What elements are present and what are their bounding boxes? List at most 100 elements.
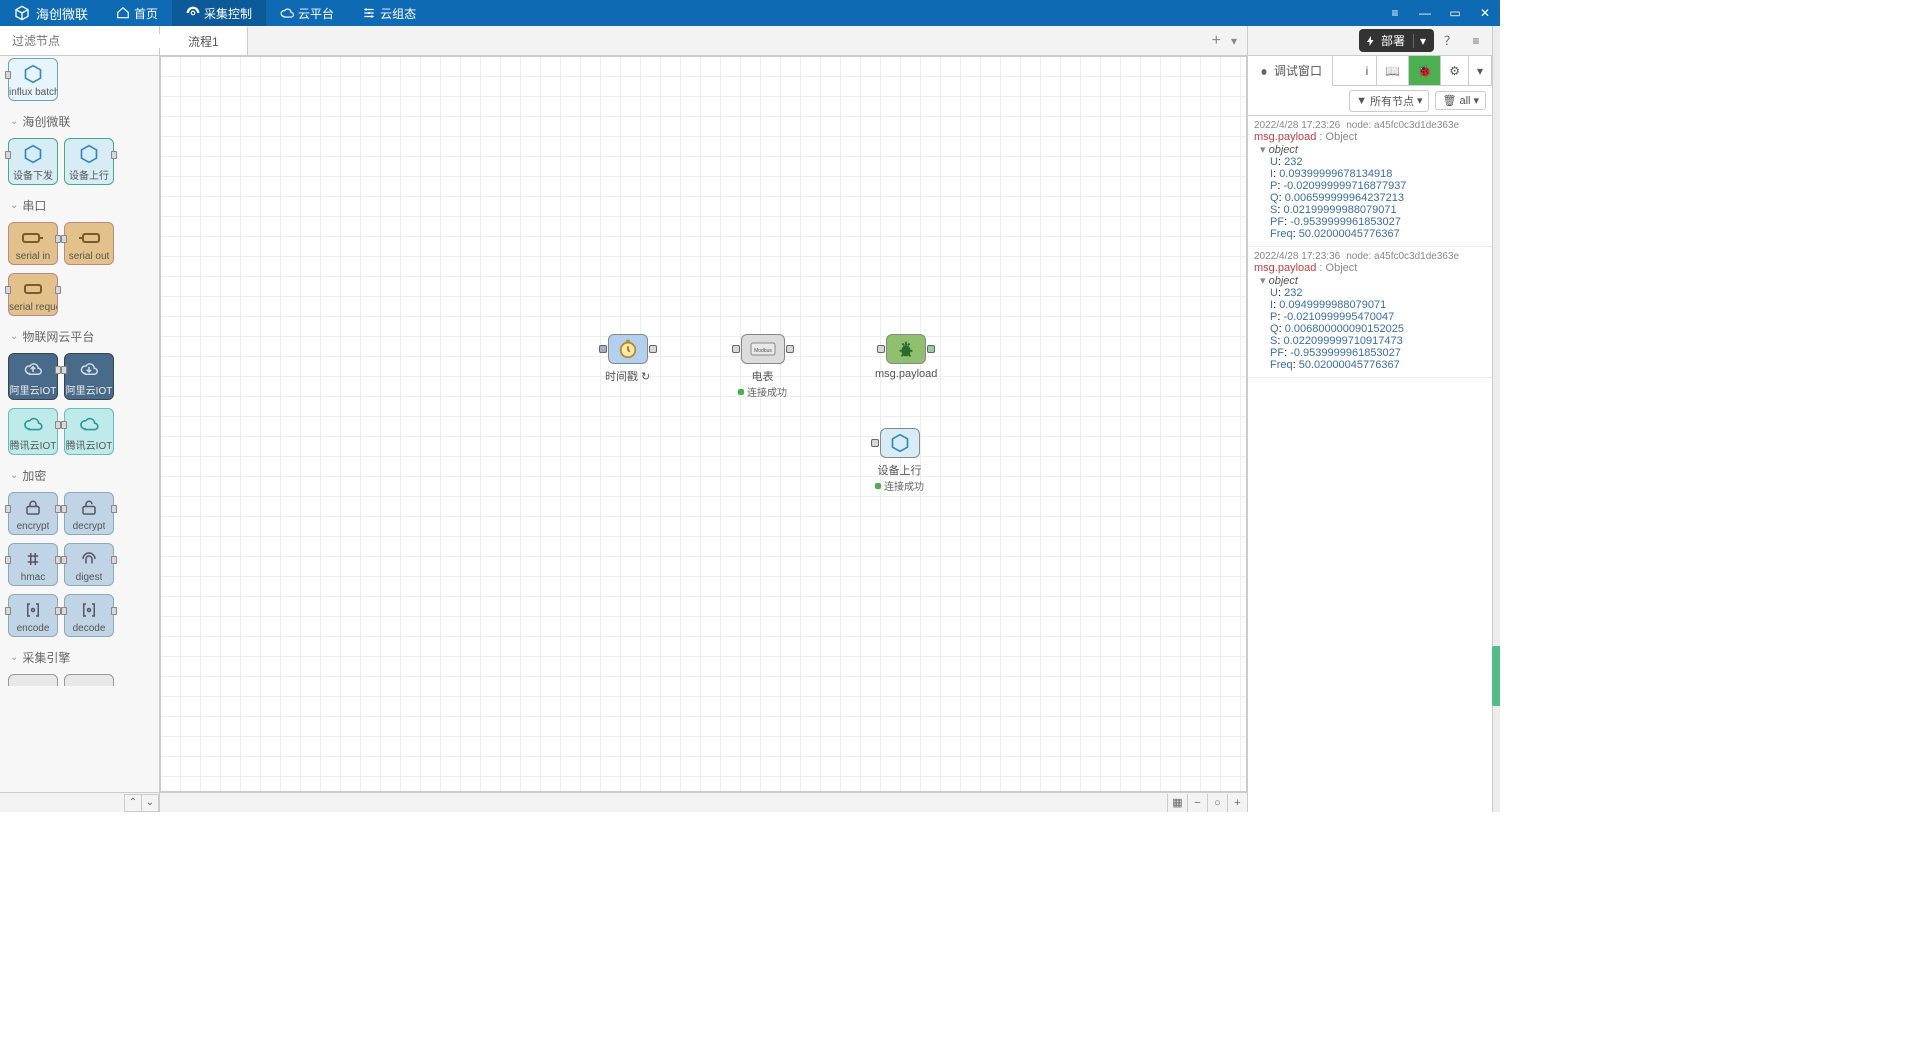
- nav-collect[interactable]: 采集控制: [172, 0, 266, 26]
- deploy-button[interactable]: 部署 ▾: [1359, 29, 1434, 52]
- tile-serial-out[interactable]: serial out: [64, 222, 114, 265]
- node-timer[interactable]: 时间戳 ↻: [605, 334, 650, 384]
- tab-context[interactable]: 📖: [1377, 56, 1409, 85]
- node-palette: influx batch 海创微联 设备下发 设备上行 串口 serial in…: [0, 26, 160, 812]
- home-icon: [116, 6, 130, 20]
- bug-icon: [895, 338, 917, 360]
- tab-debug-icon[interactable]: 🐞: [1409, 56, 1441, 85]
- lock-icon: [22, 499, 44, 517]
- tile-serial-request[interactable]: serial reque: [8, 273, 58, 316]
- nav-scada-label: 云组态: [380, 5, 416, 22]
- app-title: 海创微联: [36, 4, 88, 23]
- debug-messages[interactable]: 2022/4/28 17:23:26node: a45fc0c3d1de363e…: [1248, 116, 1492, 812]
- debug-message[interactable]: 2022/4/28 17:23:36node: a45fc0c3d1de363e…: [1248, 247, 1492, 378]
- filter-nodes[interactable]: ▼ 所有节点 ▾: [1349, 90, 1429, 112]
- nav-home[interactable]: 首页: [102, 0, 172, 26]
- tile-device-down[interactable]: 设备下发: [8, 138, 58, 185]
- cloud-icon: [78, 416, 100, 432]
- node-uplink[interactable]: 设备上行 连接成功: [875, 428, 924, 493]
- tile-aliyun-1[interactable]: 阿里云IOT: [8, 353, 58, 400]
- tile-digest[interactable]: digest: [64, 543, 114, 586]
- zoom-reset[interactable]: ○: [1207, 794, 1227, 812]
- nav-scada[interactable]: 云组态: [348, 0, 430, 26]
- tabs-menu-button[interactable]: ▾: [1231, 34, 1237, 48]
- cat-serial[interactable]: 串口: [0, 191, 159, 220]
- fingerprint-icon: [78, 550, 100, 568]
- tile-decode[interactable]: decode: [64, 594, 114, 637]
- edge-handle[interactable]: [1492, 646, 1500, 706]
- collect-icon: [186, 6, 200, 20]
- nav-cloud[interactable]: 云平台: [266, 0, 348, 26]
- app-logo: 海创微联: [0, 4, 102, 23]
- tab-info[interactable]: i: [1358, 56, 1378, 85]
- workspace-footer: ▦ − ○ +: [160, 792, 1247, 812]
- bug-small-icon: [1258, 65, 1270, 77]
- palette-collapse-down[interactable]: ⌄: [141, 794, 159, 812]
- tile-serial-in[interactable]: serial in: [8, 222, 58, 265]
- node-meter[interactable]: Modbus 电表 连接成功: [738, 334, 787, 399]
- palette-search-input[interactable]: [12, 34, 167, 48]
- cloud-icon: [22, 416, 44, 432]
- node-meter-status: 连接成功: [747, 384, 787, 399]
- tile-tencent-2[interactable]: 腾讯云IOT: [64, 408, 114, 455]
- debug-message[interactable]: 2022/4/28 17:23:26node: a45fc0c3d1de363e…: [1248, 116, 1492, 247]
- cat-iot-cloud[interactable]: 物联网云平台: [0, 322, 159, 351]
- cube-icon: [21, 64, 45, 84]
- flow-wires: [160, 56, 460, 206]
- sidebar-tabs: 调试窗口 i 📖 🐞 ⚙ ▾: [1248, 56, 1492, 86]
- serial-icon: [21, 281, 45, 297]
- cat-engine[interactable]: 采集引擎: [0, 643, 159, 672]
- unlock-icon: [78, 499, 100, 517]
- maximize-button[interactable]: ▭: [1440, 0, 1470, 26]
- menu-button[interactable]: ≡: [1466, 31, 1486, 51]
- flow-canvas[interactable]: 时间戳 ↻ Modbus 电表 连接成功 msg.payload: [160, 56, 1247, 792]
- tile-encode[interactable]: encode: [8, 594, 58, 637]
- brackets-icon: [22, 601, 44, 619]
- tile-hidden-1[interactable]: [8, 674, 58, 686]
- close-button[interactable]: ✕: [1470, 0, 1500, 26]
- tab-debug[interactable]: 调试窗口: [1248, 56, 1333, 86]
- tile-encrypt[interactable]: encrypt: [8, 492, 58, 535]
- tab-config[interactable]: ⚙: [1441, 56, 1469, 85]
- zoom-out[interactable]: −: [1187, 794, 1207, 812]
- tile-influx-batch[interactable]: influx batch: [8, 58, 58, 101]
- tab-flow1[interactable]: 流程1: [160, 26, 248, 55]
- tile-device-up[interactable]: 设备上行: [64, 138, 114, 185]
- tile-label: influx batch: [9, 87, 57, 98]
- palette-search: [0, 26, 159, 56]
- topbar: 海创微联 首页 采集控制 云平台 云组态 ≡ — ▭ ✕: [0, 0, 1500, 26]
- serial-icon: [77, 230, 101, 246]
- cat-hcwl[interactable]: 海创微联: [0, 107, 159, 136]
- tile-tencent-1[interactable]: 腾讯云IOT: [8, 408, 58, 455]
- minimize-button[interactable]: —: [1410, 0, 1440, 26]
- hexagon-icon: [22, 144, 44, 164]
- tab-more[interactable]: ▾: [1469, 56, 1492, 85]
- node-meter-label: 电表: [738, 368, 787, 384]
- window-controls: ≡ — ▭ ✕: [1380, 0, 1500, 26]
- nav-collect-label: 采集控制: [204, 5, 252, 22]
- zoom-in[interactable]: +: [1227, 794, 1247, 812]
- add-tab-button[interactable]: +: [1212, 32, 1221, 50]
- cloud-down-icon: [78, 360, 100, 378]
- tile-aliyun-2[interactable]: 阿里云IOT: [64, 353, 114, 400]
- node-uplink-label: 设备上行: [875, 462, 924, 478]
- nav-cloud-label: 云平台: [298, 5, 334, 22]
- cloud-up-icon: [22, 360, 44, 378]
- tile-hidden-2[interactable]: [64, 674, 114, 686]
- help-button[interactable]: ？: [1440, 31, 1460, 51]
- palette-footer: ⌃ ⌄: [0, 792, 159, 812]
- scada-icon: [362, 6, 376, 20]
- workspace-tabs: 流程1 + ▾: [160, 26, 1247, 56]
- deploy-dropdown[interactable]: ▾: [1413, 34, 1426, 48]
- clear-debug[interactable]: 🗑 all ▾: [1435, 91, 1486, 110]
- workspace: 流程1 + ▾ 时间戳 ↻: [160, 26, 1247, 812]
- tile-decrypt[interactable]: decrypt: [64, 492, 114, 535]
- palette-collapse-up[interactable]: ⌃: [124, 794, 142, 812]
- cat-encrypt[interactable]: 加密: [0, 461, 159, 490]
- deploy-icon: [1365, 35, 1377, 47]
- hamburger-button[interactable]: ≡: [1380, 0, 1410, 26]
- node-debug[interactable]: msg.payload: [875, 334, 937, 380]
- view-navigator[interactable]: ▦: [1167, 794, 1187, 812]
- tile-hmac[interactable]: hmac: [8, 543, 58, 586]
- nav-home-label: 首页: [134, 5, 158, 22]
